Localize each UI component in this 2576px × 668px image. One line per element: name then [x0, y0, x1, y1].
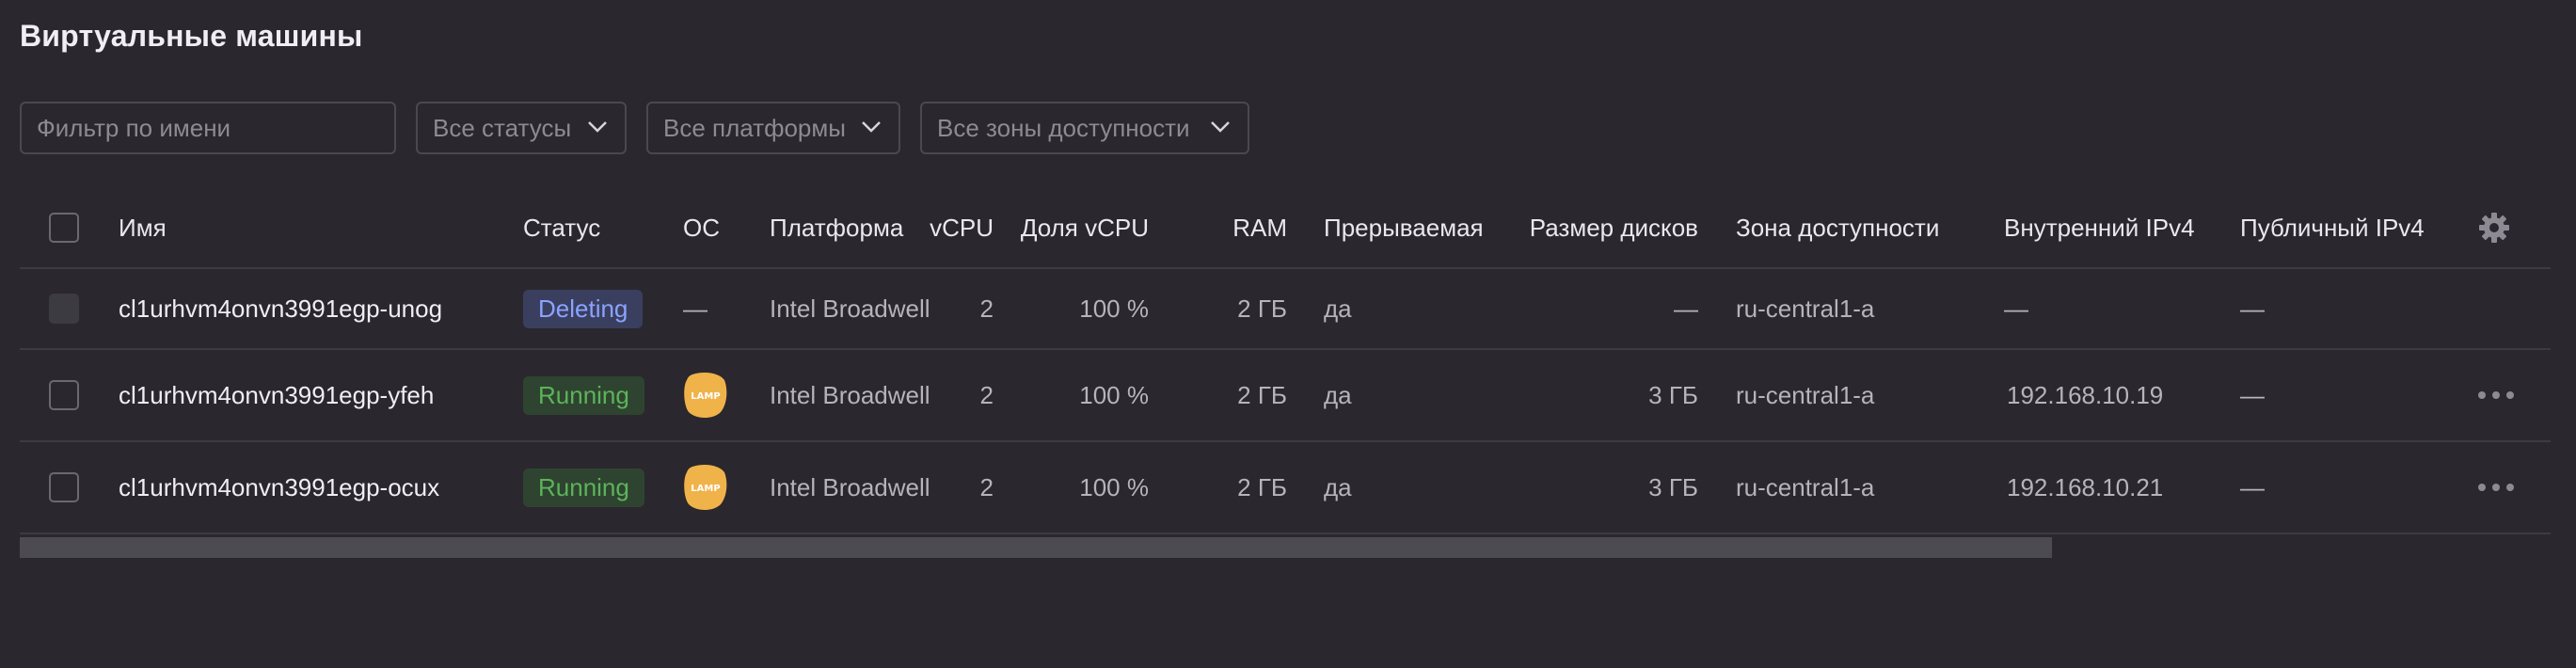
page-title: Виртуальные машины — [20, 19, 363, 53]
platform-filter-label: Все платформы — [663, 113, 846, 142]
platform-filter-select[interactable]: Все платформы — [646, 102, 900, 154]
platform-value: Intel Broadwell — [770, 380, 930, 409]
zone-value: ru-central1-a — [1736, 380, 1875, 409]
scrollbar-thumb[interactable] — [20, 537, 2052, 558]
os-logo-text: LAMP — [691, 484, 720, 494]
row-checkbox[interactable] — [49, 472, 79, 502]
internal-ip-value: 192.168.10.21 — [2007, 472, 2164, 501]
column-header-ram[interactable]: RAM — [1149, 188, 1287, 267]
column-header-vcpu-share[interactable]: Доля vCPU — [1008, 188, 1149, 267]
disk-size-value: 3 ГБ — [1648, 380, 1698, 409]
public-ip-value: — — [2240, 380, 2265, 409]
platform-value: Intel Broadwell — [770, 294, 930, 323]
table-row[interactable]: cl1urhvm4onvn3991egp-yfeh Running LAMP I… — [20, 350, 2551, 442]
status-cell: Deleting — [523, 269, 644, 348]
row-actions-button[interactable] — [2475, 350, 2517, 440]
row-actions-button[interactable] — [2475, 442, 2517, 533]
public-ip-value: — — [2240, 294, 2265, 323]
disk-size-value: 3 ГБ — [1648, 472, 1698, 501]
os-cell: LAMP — [683, 442, 728, 533]
row-select-cell — [49, 350, 79, 440]
vcpu-share-value: 100 % — [1079, 380, 1149, 409]
row-select-cell — [49, 442, 79, 533]
ram-value: 2 ГБ — [1237, 472, 1287, 501]
column-header-disk-size[interactable]: Размер дисков — [1487, 188, 1698, 267]
chevron-down-icon — [588, 121, 607, 133]
internal-ip-value: 192.168.10.19 — [2007, 380, 2164, 409]
vm-name-link[interactable]: cl1urhvm4onvn3991egp-unog — [119, 269, 442, 348]
column-header-name[interactable]: Имя — [119, 188, 167, 267]
os-value: — — [683, 294, 708, 323]
table-settings-button[interactable] — [2477, 188, 2511, 267]
vm-name-link[interactable]: cl1urhvm4onvn3991egp-yfeh — [119, 350, 434, 440]
status-badge: Running — [523, 375, 644, 415]
vcpu-share-value: 100 % — [1079, 294, 1149, 323]
lamp-logo-icon: LAMP — [684, 465, 727, 510]
column-header-vcpu[interactable]: vCPU — [923, 188, 994, 267]
vcpu-share-value: 100 % — [1079, 472, 1149, 501]
status-cell: Running — [523, 350, 644, 440]
status-badge: Deleting — [523, 289, 644, 328]
lamp-logo-icon: LAMP — [684, 373, 727, 418]
ram-value: 2 ГБ — [1237, 380, 1287, 409]
column-header-status[interactable]: Статус — [523, 188, 600, 267]
status-badge: Running — [523, 468, 644, 507]
preemptible-value: да — [1324, 380, 1352, 409]
column-header-preemptible[interactable]: Прерываемая — [1324, 188, 1484, 267]
preemptible-value: да — [1324, 472, 1352, 501]
preemptible-value: да — [1324, 294, 1352, 323]
vm-name: cl1urhvm4onvn3991egp-yfeh — [119, 380, 435, 409]
vm-name: cl1urhvm4onvn3991egp-unog — [119, 294, 443, 323]
column-header-zone[interactable]: Зона доступности — [1736, 188, 1939, 267]
table-row[interactable]: cl1urhvm4onvn3991egp-ocux Running LAMP I… — [20, 442, 2551, 534]
vcpu-value: 2 — [979, 472, 994, 501]
internal-ip-value: — — [2004, 294, 2028, 323]
disk-size-value: — — [1674, 294, 1698, 323]
status-filter-label: Все статусы — [433, 113, 572, 142]
horizontal-scrollbar[interactable] — [20, 537, 2551, 558]
status-filter-select[interactable]: Все статусы — [416, 102, 627, 154]
more-horizontal-icon — [2478, 484, 2514, 491]
select-all-checkbox[interactable] — [49, 213, 79, 243]
table-header: Имя Статус ОС Платформа vCPU Доля vCPU R… — [20, 188, 2551, 269]
zone-filter-label: Все зоны доступности — [937, 113, 1190, 142]
zone-filter-select[interactable]: Все зоны доступности — [920, 102, 1249, 154]
row-select-cell — [49, 269, 79, 348]
vm-name: cl1urhvm4onvn3991egp-ocux — [119, 472, 440, 501]
gear-icon — [2479, 213, 2509, 243]
chevron-down-icon — [862, 121, 881, 133]
status-cell: Running — [523, 442, 644, 533]
row-checkbox[interactable] — [49, 294, 79, 324]
column-header-platform[interactable]: Платформа — [770, 188, 903, 267]
table-row[interactable]: cl1urhvm4onvn3991egp-unog Deleting — Int… — [20, 269, 2551, 350]
os-logo-text: LAMP — [691, 391, 720, 402]
vcpu-value: 2 — [979, 380, 994, 409]
platform-value: Intel Broadwell — [770, 472, 930, 501]
select-all-cell — [49, 188, 79, 267]
chevron-down-icon — [1211, 121, 1230, 133]
column-header-os[interactable]: ОС — [683, 188, 720, 267]
vm-name-link[interactable]: cl1urhvm4onvn3991egp-ocux — [119, 442, 439, 533]
ram-value: 2 ГБ — [1237, 294, 1287, 323]
row-checkbox[interactable] — [49, 380, 79, 410]
zone-value: ru-central1-a — [1736, 294, 1875, 323]
public-ip-value: — — [2240, 472, 2265, 501]
os-cell: LAMP — [683, 350, 728, 440]
more-horizontal-icon — [2478, 391, 2514, 399]
name-filter-input[interactable] — [20, 102, 396, 154]
vcpu-value: 2 — [979, 294, 994, 323]
column-header-public-ip[interactable]: Публичный IPv4 — [2240, 188, 2425, 267]
zone-value: ru-central1-a — [1736, 472, 1875, 501]
column-header-internal-ip[interactable]: Внутренний IPv4 — [2004, 188, 2195, 267]
